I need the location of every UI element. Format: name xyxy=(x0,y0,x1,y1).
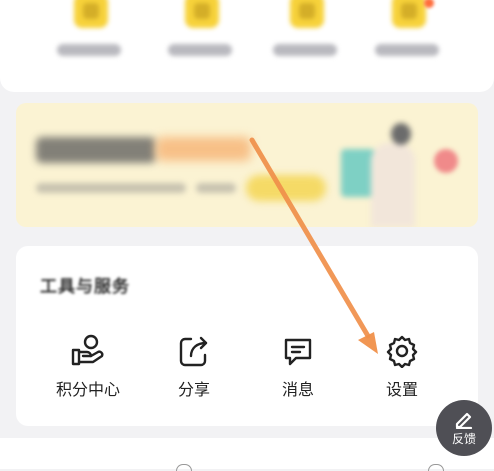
banner-decoration xyxy=(434,149,458,173)
banner-title-blurred xyxy=(36,137,156,163)
shortcut-label-blurred xyxy=(57,44,121,56)
tool-label: 积分中心 xyxy=(55,380,120,399)
shortcut-icon xyxy=(392,0,426,28)
banner-cta-blurred[interactable] xyxy=(246,175,326,201)
tool-label: 设置 xyxy=(385,380,418,399)
shortcut-item[interactable] xyxy=(54,0,124,92)
shortcut-item[interactable] xyxy=(270,0,340,92)
feedback-button[interactable]: 反馈 xyxy=(436,400,492,456)
tools-section-title: 工具与服务 xyxy=(40,277,130,297)
shortcut-label-blurred xyxy=(273,44,337,56)
tool-label: 分享 xyxy=(177,380,210,399)
shortcut-label-blurred xyxy=(168,44,232,56)
shortcut-item[interactable] xyxy=(165,0,235,92)
tool-settings[interactable]: 设置 xyxy=(352,334,452,404)
banner-subtitle-blurred xyxy=(36,183,186,193)
tool-share[interactable]: 分享 xyxy=(144,334,244,404)
banner-subtitle-blurred xyxy=(196,183,236,193)
feedback-label: 反馈 xyxy=(451,432,476,446)
points-center-icon xyxy=(71,334,104,366)
bottom-partial-card xyxy=(0,438,494,471)
promo-banner[interactable] xyxy=(16,103,478,227)
banner-title-highlight-blurred xyxy=(156,137,251,161)
tool-message[interactable]: 消息 xyxy=(248,334,348,404)
share-icon xyxy=(179,336,208,367)
pencil-icon xyxy=(455,412,473,429)
shortcut-icon xyxy=(185,0,219,28)
shortcut-icon xyxy=(74,0,108,28)
banner-illustration xyxy=(341,123,431,227)
tool-points-center[interactable]: 积分中心 xyxy=(38,334,138,404)
shortcut-icon xyxy=(290,0,324,28)
shortcut-item[interactable] xyxy=(372,0,442,92)
message-icon xyxy=(284,338,312,366)
shortcut-label-blurred xyxy=(375,44,439,56)
settings-gear-icon xyxy=(386,335,418,368)
tools-services-card: 工具与服务 积分中心 分享 消息 设置 xyxy=(16,246,478,426)
top-shortcuts-card xyxy=(0,0,494,92)
tool-label: 消息 xyxy=(281,380,314,399)
